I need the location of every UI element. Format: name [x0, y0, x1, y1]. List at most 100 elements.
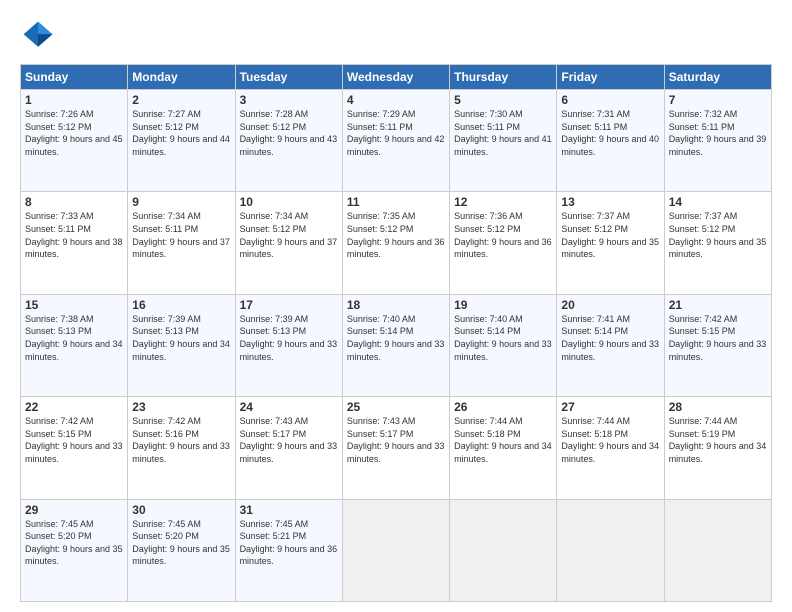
calendar-cell: 5 Sunrise: 7:30 AM Sunset: 5:11 PM Dayli… — [450, 90, 557, 192]
cell-info: Sunrise: 7:44 AM Sunset: 5:18 PM Dayligh… — [561, 415, 659, 465]
day-number: 18 — [347, 298, 445, 312]
calendar-cell: 30 Sunrise: 7:45 AM Sunset: 5:20 PM Dayl… — [128, 499, 235, 601]
cell-info: Sunrise: 7:43 AM Sunset: 5:17 PM Dayligh… — [347, 415, 445, 465]
cell-info: Sunrise: 7:44 AM Sunset: 5:19 PM Dayligh… — [669, 415, 767, 465]
day-number: 14 — [669, 195, 767, 209]
calendar-cell — [557, 499, 664, 601]
calendar-cell: 14 Sunrise: 7:37 AM Sunset: 5:12 PM Dayl… — [664, 192, 771, 294]
day-number: 30 — [132, 503, 230, 517]
calendar-cell: 25 Sunrise: 7:43 AM Sunset: 5:17 PM Dayl… — [342, 397, 449, 499]
logo — [20, 18, 62, 54]
day-number: 10 — [240, 195, 338, 209]
day-number: 15 — [25, 298, 123, 312]
calendar-cell: 1 Sunrise: 7:26 AM Sunset: 5:12 PM Dayli… — [21, 90, 128, 192]
cell-info: Sunrise: 7:42 AM Sunset: 5:15 PM Dayligh… — [25, 415, 123, 465]
day-number: 3 — [240, 93, 338, 107]
day-number: 16 — [132, 298, 230, 312]
cell-info: Sunrise: 7:37 AM Sunset: 5:12 PM Dayligh… — [669, 210, 767, 260]
day-number: 1 — [25, 93, 123, 107]
cell-info: Sunrise: 7:45 AM Sunset: 5:21 PM Dayligh… — [240, 518, 338, 568]
calendar-cell: 23 Sunrise: 7:42 AM Sunset: 5:16 PM Dayl… — [128, 397, 235, 499]
calendar-cell: 31 Sunrise: 7:45 AM Sunset: 5:21 PM Dayl… — [235, 499, 342, 601]
calendar-cell: 8 Sunrise: 7:33 AM Sunset: 5:11 PM Dayli… — [21, 192, 128, 294]
calendar-cell: 9 Sunrise: 7:34 AM Sunset: 5:11 PM Dayli… — [128, 192, 235, 294]
day-number: 22 — [25, 400, 123, 414]
day-header-thursday: Thursday — [450, 65, 557, 90]
calendar-cell: 12 Sunrise: 7:36 AM Sunset: 5:12 PM Dayl… — [450, 192, 557, 294]
day-number: 31 — [240, 503, 338, 517]
day-number: 21 — [669, 298, 767, 312]
cell-info: Sunrise: 7:40 AM Sunset: 5:14 PM Dayligh… — [347, 313, 445, 363]
cell-info: Sunrise: 7:45 AM Sunset: 5:20 PM Dayligh… — [25, 518, 123, 568]
cell-info: Sunrise: 7:26 AM Sunset: 5:12 PM Dayligh… — [25, 108, 123, 158]
day-header-sunday: Sunday — [21, 65, 128, 90]
calendar-cell: 21 Sunrise: 7:42 AM Sunset: 5:15 PM Dayl… — [664, 294, 771, 396]
calendar-cell — [342, 499, 449, 601]
day-number: 7 — [669, 93, 767, 107]
cell-info: Sunrise: 7:29 AM Sunset: 5:11 PM Dayligh… — [347, 108, 445, 158]
cell-info: Sunrise: 7:30 AM Sunset: 5:11 PM Dayligh… — [454, 108, 552, 158]
calendar-cell: 26 Sunrise: 7:44 AM Sunset: 5:18 PM Dayl… — [450, 397, 557, 499]
day-number: 4 — [347, 93, 445, 107]
cell-info: Sunrise: 7:44 AM Sunset: 5:18 PM Dayligh… — [454, 415, 552, 465]
cell-info: Sunrise: 7:31 AM Sunset: 5:11 PM Dayligh… — [561, 108, 659, 158]
calendar-cell: 17 Sunrise: 7:39 AM Sunset: 5:13 PM Dayl… — [235, 294, 342, 396]
calendar-week-3: 15 Sunrise: 7:38 AM Sunset: 5:13 PM Dayl… — [21, 294, 772, 396]
calendar-cell: 6 Sunrise: 7:31 AM Sunset: 5:11 PM Dayli… — [557, 90, 664, 192]
logo-icon — [20, 18, 56, 54]
day-number: 24 — [240, 400, 338, 414]
day-header-friday: Friday — [557, 65, 664, 90]
day-number: 2 — [132, 93, 230, 107]
cell-info: Sunrise: 7:28 AM Sunset: 5:12 PM Dayligh… — [240, 108, 338, 158]
day-number: 13 — [561, 195, 659, 209]
calendar-cell: 11 Sunrise: 7:35 AM Sunset: 5:12 PM Dayl… — [342, 192, 449, 294]
cell-info: Sunrise: 7:34 AM Sunset: 5:11 PM Dayligh… — [132, 210, 230, 260]
day-number: 9 — [132, 195, 230, 209]
calendar-cell — [450, 499, 557, 601]
day-number: 27 — [561, 400, 659, 414]
day-number: 17 — [240, 298, 338, 312]
calendar-cell: 10 Sunrise: 7:34 AM Sunset: 5:12 PM Dayl… — [235, 192, 342, 294]
cell-info: Sunrise: 7:34 AM Sunset: 5:12 PM Dayligh… — [240, 210, 338, 260]
calendar-table: SundayMondayTuesdayWednesdayThursdayFrid… — [20, 64, 772, 602]
cell-info: Sunrise: 7:36 AM Sunset: 5:12 PM Dayligh… — [454, 210, 552, 260]
day-number: 28 — [669, 400, 767, 414]
calendar-week-1: 1 Sunrise: 7:26 AM Sunset: 5:12 PM Dayli… — [21, 90, 772, 192]
day-number: 11 — [347, 195, 445, 209]
day-number: 25 — [347, 400, 445, 414]
calendar-cell: 24 Sunrise: 7:43 AM Sunset: 5:17 PM Dayl… — [235, 397, 342, 499]
calendar-cell: 3 Sunrise: 7:28 AM Sunset: 5:12 PM Dayli… — [235, 90, 342, 192]
cell-info: Sunrise: 7:38 AM Sunset: 5:13 PM Dayligh… — [25, 313, 123, 363]
header — [20, 18, 772, 54]
calendar-week-5: 29 Sunrise: 7:45 AM Sunset: 5:20 PM Dayl… — [21, 499, 772, 601]
calendar-cell: 19 Sunrise: 7:40 AM Sunset: 5:14 PM Dayl… — [450, 294, 557, 396]
cell-info: Sunrise: 7:35 AM Sunset: 5:12 PM Dayligh… — [347, 210, 445, 260]
day-header-monday: Monday — [128, 65, 235, 90]
day-header-wednesday: Wednesday — [342, 65, 449, 90]
day-number: 19 — [454, 298, 552, 312]
cell-info: Sunrise: 7:37 AM Sunset: 5:12 PM Dayligh… — [561, 210, 659, 260]
day-number: 20 — [561, 298, 659, 312]
cell-info: Sunrise: 7:32 AM Sunset: 5:11 PM Dayligh… — [669, 108, 767, 158]
cell-info: Sunrise: 7:39 AM Sunset: 5:13 PM Dayligh… — [132, 313, 230, 363]
cell-info: Sunrise: 7:42 AM Sunset: 5:15 PM Dayligh… — [669, 313, 767, 363]
day-number: 23 — [132, 400, 230, 414]
calendar-cell: 29 Sunrise: 7:45 AM Sunset: 5:20 PM Dayl… — [21, 499, 128, 601]
calendar-week-2: 8 Sunrise: 7:33 AM Sunset: 5:11 PM Dayli… — [21, 192, 772, 294]
day-number: 5 — [454, 93, 552, 107]
cell-info: Sunrise: 7:27 AM Sunset: 5:12 PM Dayligh… — [132, 108, 230, 158]
cell-info: Sunrise: 7:33 AM Sunset: 5:11 PM Dayligh… — [25, 210, 123, 260]
day-header-saturday: Saturday — [664, 65, 771, 90]
day-number: 6 — [561, 93, 659, 107]
calendar-header-row: SundayMondayTuesdayWednesdayThursdayFrid… — [21, 65, 772, 90]
calendar-cell: 2 Sunrise: 7:27 AM Sunset: 5:12 PM Dayli… — [128, 90, 235, 192]
calendar-cell: 20 Sunrise: 7:41 AM Sunset: 5:14 PM Dayl… — [557, 294, 664, 396]
cell-info: Sunrise: 7:43 AM Sunset: 5:17 PM Dayligh… — [240, 415, 338, 465]
calendar-cell: 7 Sunrise: 7:32 AM Sunset: 5:11 PM Dayli… — [664, 90, 771, 192]
cell-info: Sunrise: 7:45 AM Sunset: 5:20 PM Dayligh… — [132, 518, 230, 568]
calendar-cell: 16 Sunrise: 7:39 AM Sunset: 5:13 PM Dayl… — [128, 294, 235, 396]
cell-info: Sunrise: 7:39 AM Sunset: 5:13 PM Dayligh… — [240, 313, 338, 363]
day-number: 26 — [454, 400, 552, 414]
calendar-week-4: 22 Sunrise: 7:42 AM Sunset: 5:15 PM Dayl… — [21, 397, 772, 499]
cell-info: Sunrise: 7:40 AM Sunset: 5:14 PM Dayligh… — [454, 313, 552, 363]
